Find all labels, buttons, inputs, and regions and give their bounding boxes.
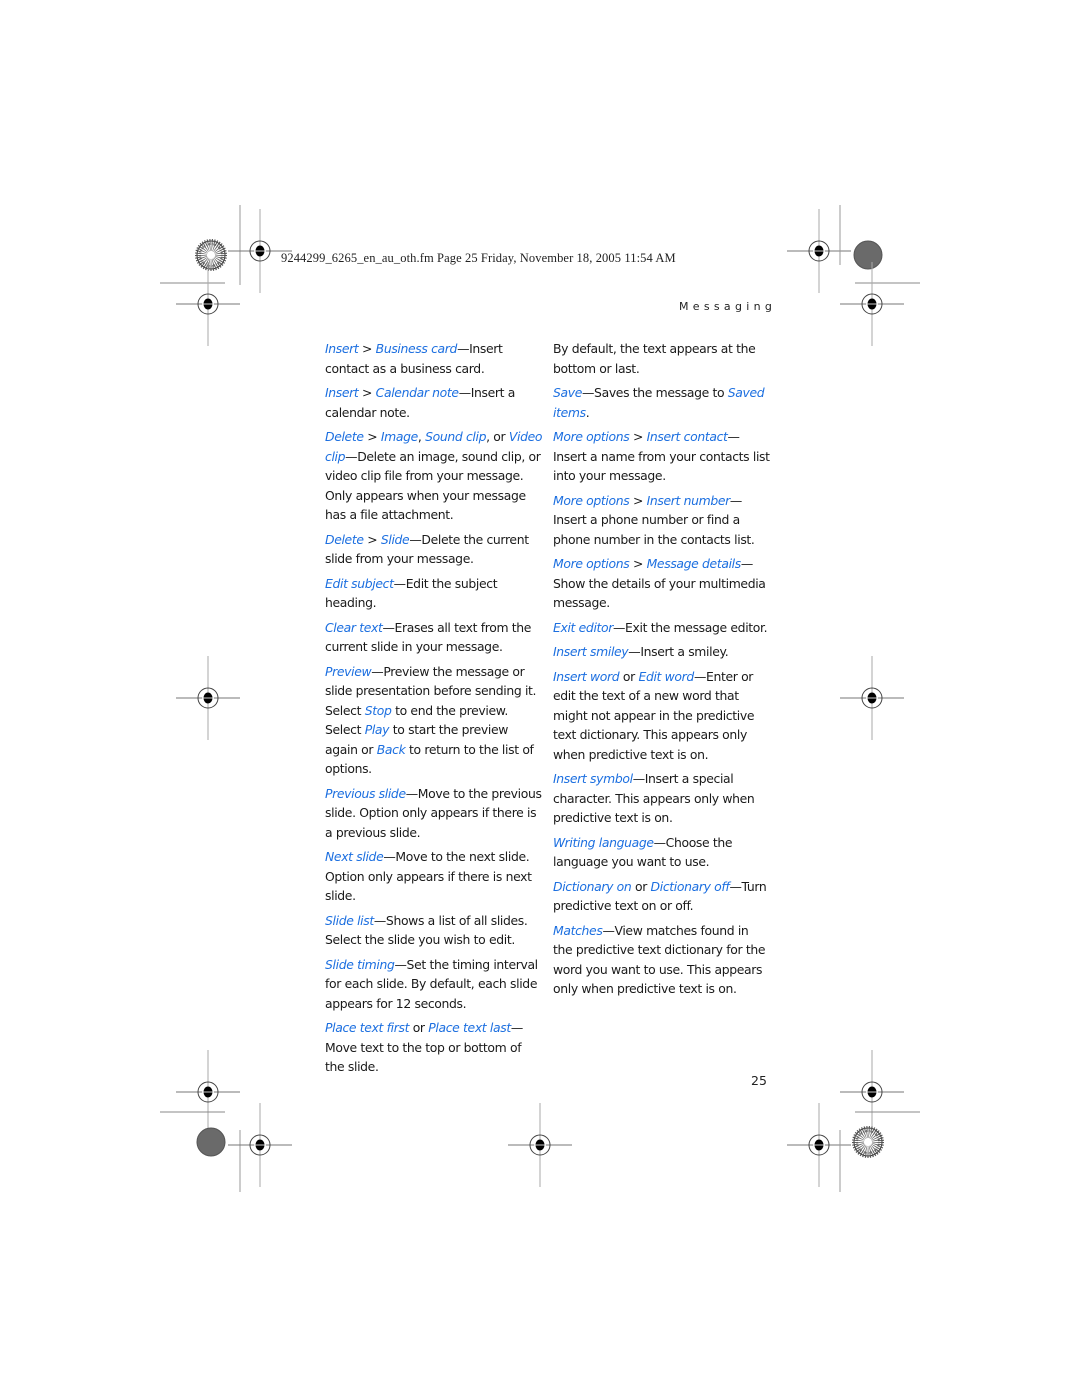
menu-option-term: More options (553, 556, 630, 571)
menu-option-term: Exit editor (553, 619, 614, 635)
option-entry: Insert smiley—Insert a smiley. (553, 642, 771, 662)
menu-option-term: Edit word (638, 668, 694, 684)
menu-option-term: Stop (364, 702, 392, 718)
option-description: or (409, 1020, 429, 1035)
menu-option-term: Slide list (325, 912, 374, 928)
option-entry: Delete > Slide—Delete the current slide … (325, 530, 543, 569)
menu-option-term: Calendar note (375, 385, 459, 400)
menu-option-term: Sound clip (425, 429, 487, 444)
menu-option-term: More options (553, 429, 630, 444)
option-entry: Writing language—Choose the language you… (553, 833, 771, 872)
registration-mark-icon (786, 1102, 852, 1188)
menu-option-term: Matches (553, 922, 603, 938)
menu-option-term: Save (553, 385, 583, 400)
option-description: —Exit the message editor. (613, 619, 768, 635)
page-number: 25 (751, 1073, 767, 1088)
gray-target-icon (853, 240, 883, 270)
option-description: —Delete an image, sound clip, or video c… (325, 448, 541, 523)
option-description: > (363, 429, 381, 444)
section-title: Messaging (679, 300, 777, 313)
menu-option-term: Insert word (553, 668, 620, 684)
menu-option-term: Next slide (325, 849, 384, 864)
registration-mark-icon (839, 261, 905, 347)
menu-option-term: Business card (375, 341, 458, 356)
option-entry: More options > Insert contact—Insert a n… (553, 427, 771, 486)
option-entry: Dictionary on or Dictionary off—Turn pre… (553, 877, 771, 916)
menu-option-term: Dictionary off (650, 878, 730, 894)
registration-mark-icon (786, 208, 852, 294)
menu-option-term: Insert smiley (553, 644, 629, 659)
menu-option-term: Delete (325, 531, 364, 547)
menu-option-term: Place text last (428, 1020, 511, 1035)
registration-mark-icon (175, 655, 241, 741)
menu-option-term: Preview (325, 663, 372, 679)
menu-option-term: Image (380, 429, 418, 444)
option-description: —Insert a smiley. (628, 644, 729, 659)
option-description: —Saves the message to (582, 385, 728, 400)
menu-option-term: Delete (325, 429, 364, 444)
option-description: > (358, 385, 376, 400)
menu-option-term: Back (376, 741, 406, 757)
option-entry: Matches—View matches found in the predic… (553, 921, 771, 999)
option-description: > (363, 531, 381, 547)
registration-mark-icon (507, 1102, 573, 1188)
option-entry: By default, the text appears at the bott… (553, 339, 771, 378)
option-entry: Insert word or Edit word—Enter or edit t… (553, 667, 771, 765)
option-entry: Delete > Image, Sound clip, or Video cli… (325, 427, 543, 525)
option-description: > (629, 429, 647, 444)
option-description: > (629, 492, 647, 508)
right-column: By default, the text appears at the bott… (553, 339, 771, 1004)
menu-option-term: Insert symbol (553, 771, 633, 786)
option-entry: Place text first or Place text last—Move… (325, 1018, 543, 1077)
option-description: > (358, 341, 376, 356)
menu-option-term: Writing language (553, 834, 654, 850)
option-entry: Insert symbol—Insert a special character… (553, 769, 771, 828)
left-column: Insert > Business card—Insert contact as… (325, 339, 543, 1082)
registration-mark-icon (839, 1049, 905, 1135)
option-entry: Clear text—Erases all text from the curr… (325, 618, 543, 657)
option-entry: Edit subject—Edit the subject heading. (325, 574, 543, 613)
menu-option-term: Play (364, 722, 390, 737)
option-entry: Exit editor—Exit the message editor. (553, 618, 771, 638)
option-description: > (629, 556, 647, 571)
option-entry: Previous slide—Move to the previous slid… (325, 784, 543, 843)
menu-option-term: More options (553, 492, 630, 508)
option-description: or (631, 878, 651, 894)
menu-option-term: Insert number (646, 492, 731, 508)
registration-mark-icon (227, 1102, 293, 1188)
option-description: By default, the text appears at the bott… (553, 341, 756, 376)
option-entry: Insert > Calendar note—Insert a calendar… (325, 383, 543, 422)
menu-option-term: Insert contact (646, 429, 728, 444)
option-description: . (585, 404, 590, 420)
option-entry: Slide timing—Set the timing interval for… (325, 955, 543, 1014)
menu-option-term: Insert (325, 385, 359, 400)
star-target-icon (854, 1128, 882, 1156)
registration-mark-icon (175, 1049, 241, 1135)
menu-option-term: Insert (325, 341, 359, 356)
menu-option-term: Slide timing (325, 956, 395, 972)
star-target-icon (197, 241, 225, 269)
menu-option-term: Clear text (325, 619, 383, 635)
option-entry: Next slide—Move to the next slide. Optio… (325, 847, 543, 906)
menu-option-term: Dictionary on (553, 878, 632, 894)
menu-option-term: Previous slide (325, 785, 406, 801)
option-description: or (619, 668, 639, 684)
registration-mark-icon (839, 655, 905, 741)
option-entry: More options > Message details—Show the … (553, 554, 771, 613)
option-entry: Save—Saves the message to Saved items. (553, 383, 771, 422)
option-entry: Preview—Preview the message or slide pre… (325, 662, 543, 779)
menu-option-term: Slide (380, 531, 410, 547)
registration-mark-icon (175, 261, 241, 347)
option-entry: Slide list—Shows a list of all slides. S… (325, 911, 543, 950)
menu-option-term: Edit subject (325, 575, 394, 591)
gray-target-icon (196, 1127, 226, 1157)
menu-option-term: Message details (646, 556, 742, 571)
file-info-header: 9244299_6265_en_au_oth.fm Page 25 Friday… (281, 251, 676, 265)
option-entry: More options > Insert number—Insert a ph… (553, 491, 771, 550)
option-entry: Insert > Business card—Insert contact as… (325, 339, 543, 378)
option-description: , or (486, 429, 509, 444)
menu-option-term: Place text first (325, 1020, 410, 1035)
